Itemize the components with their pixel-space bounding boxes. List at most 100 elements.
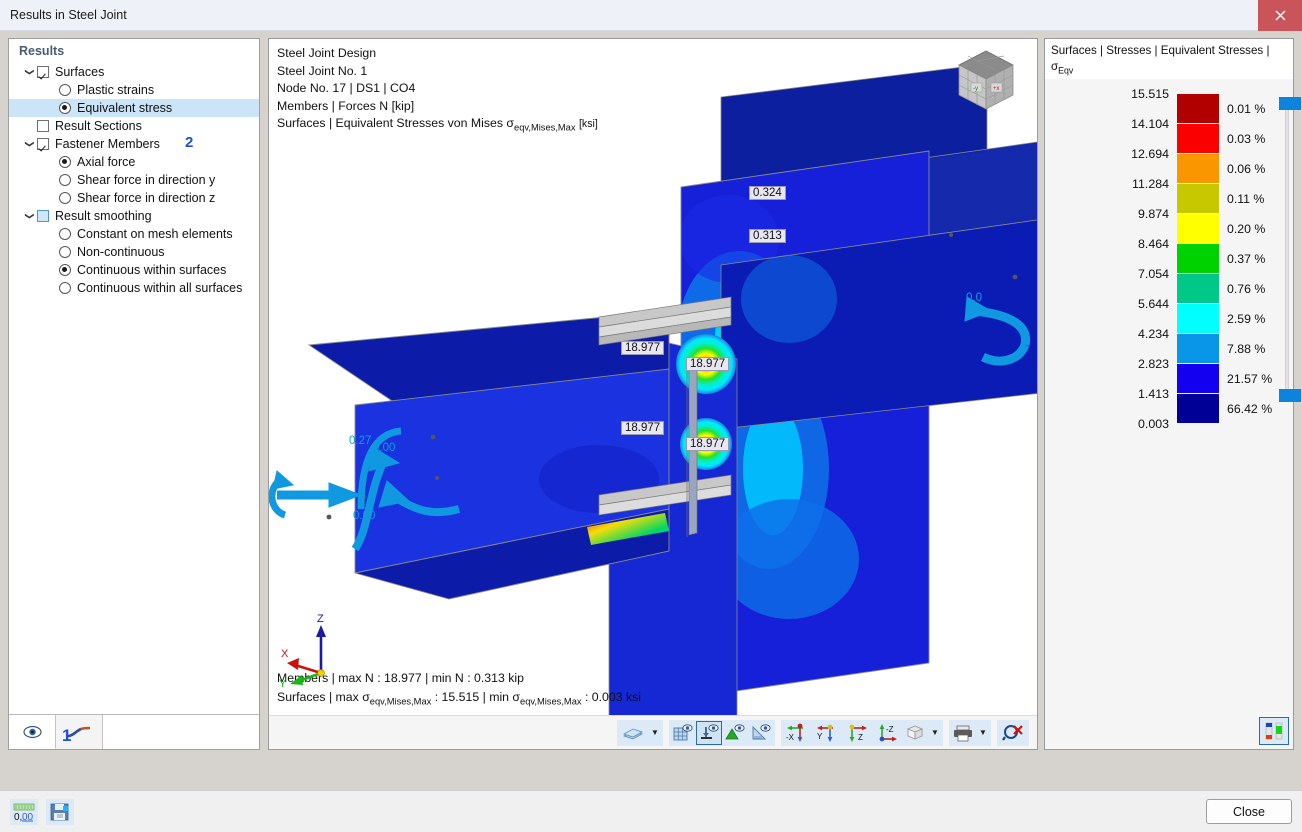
show-loads-button[interactable] <box>722 721 748 745</box>
checkbox-partial[interactable] <box>37 210 49 222</box>
radio-button[interactable] <box>59 84 71 96</box>
print-button[interactable] <box>950 721 976 745</box>
legend-header: Surfaces | Stresses | Equivalent Stresse… <box>1045 39 1293 95</box>
tree-item-label: Surfaces <box>55 65 105 79</box>
view-header-surfaces-prefix: Surfaces | Equivalent Stresses von Mises… <box>277 116 515 130</box>
legend-value: 11.284 <box>1132 177 1169 191</box>
legend-settings-icon <box>1265 722 1283 740</box>
decimals-icon: 0, 00 <box>13 803 35 822</box>
print-caret-icon[interactable]: ▼ <box>976 721 990 745</box>
tree-item-result-smoothing[interactable]: ❯ Result smoothing <box>9 207 259 225</box>
legend-value: 14.104 <box>1131 117 1169 131</box>
legend-slider-thumb-max[interactable] <box>1279 97 1301 110</box>
tree-item-label: Continuous within all surfaces <box>77 281 243 295</box>
svg-text:+x: +x <box>993 86 1000 92</box>
view-minus-z-button[interactable]: -Z <box>872 721 902 745</box>
tree-item-continuous-within-all-surfaces[interactable]: ❯Continuous within all surfaces <box>9 279 259 297</box>
radio-button[interactable] <box>59 156 71 168</box>
view-cube-caret-icon[interactable]: ▼ <box>928 721 942 745</box>
svg-text:Z: Z <box>317 613 324 625</box>
radio-button[interactable] <box>59 174 71 186</box>
tree-item-shear-force-in-direction-y[interactable]: ❯Shear force in direction y <box>9 171 259 189</box>
model-value-label: 18.977 <box>686 437 730 451</box>
clear-selection-button[interactable] <box>998 721 1028 745</box>
checkbox[interactable] <box>37 138 49 150</box>
checkbox[interactable] <box>37 66 49 78</box>
view-header-line-2: Node No. 17 | DS1 | CO4 <box>277 81 416 95</box>
model-value-label: 18.977 <box>686 357 730 371</box>
view-toolbar: ▼ -X Y Z -Z ▼ ▼ <box>269 715 1037 749</box>
radio-button[interactable] <box>59 246 71 258</box>
legend-color-band <box>1177 184 1219 214</box>
tab-visibility[interactable] <box>9 715 56 749</box>
tree-item-surfaces[interactable]: ❯ Surfaces <box>9 63 259 81</box>
toolbar-group-print: ▼ <box>949 719 991 746</box>
tree-item-plastic-strains[interactable]: ❯Plastic strains <box>9 81 259 99</box>
dialog-results-in-steel-joint: Results in Steel Joint Results ❯ Surfaces… <box>0 0 1302 832</box>
show-supports-button[interactable] <box>696 720 722 745</box>
render-mode-button[interactable] <box>618 721 648 745</box>
legend-scale: 15.515 14.104 12.694 11.284 9.874 8.464 7.054 5… <box>1045 79 1301 461</box>
legend-value: 9.874 <box>1137 207 1169 221</box>
view-y-button[interactable]: Y <box>812 721 842 745</box>
legend-value: 7.054 <box>1137 267 1169 281</box>
tree-item-equivalent-stress[interactable]: ❯Equivalent stress <box>9 99 259 117</box>
checkbox[interactable] <box>37 120 49 132</box>
tree-item-label: Shear force in direction y <box>77 173 216 187</box>
model-value-label: 18.977 <box>621 421 665 435</box>
tree-item-axial-force[interactable]: ❯Axial force <box>9 153 259 171</box>
legend-settings-button[interactable] <box>1259 717 1289 745</box>
legend-percent: 0.76 % <box>1227 282 1266 296</box>
view-cube-button[interactable] <box>902 721 928 745</box>
save-settings-button[interactable] <box>46 799 74 825</box>
legend-color-band <box>1177 214 1219 244</box>
tree-item-continuous-within-surfaces[interactable]: ❯Continuous within surfaces <box>9 261 259 279</box>
ruler-eye-icon <box>752 723 771 739</box>
decimal-places-button[interactable]: 0, 00 <box>10 799 38 825</box>
show-dimensions-button[interactable] <box>748 721 774 745</box>
legend-slider-thumb-min[interactable] <box>1279 389 1301 402</box>
tree-item-label: Result smoothing <box>55 209 152 223</box>
radio-button[interactable] <box>59 192 71 204</box>
surface-shade-icon <box>623 728 643 739</box>
legend-percent: 0.06 % <box>1227 162 1266 176</box>
annotation-marker-1: 1 <box>62 726 72 745</box>
legend-slider-track[interactable] <box>1285 105 1289 397</box>
radio-button[interactable] <box>59 102 71 114</box>
titlebar: Results in Steel Joint <box>0 0 1302 31</box>
svg-text:Y: Y <box>817 732 823 741</box>
radio-button[interactable] <box>59 264 71 276</box>
tree-item-non-continuous[interactable]: ❯Non-continuous <box>9 243 259 261</box>
tree-item-fastener-members[interactable]: ❯ Fastener Members <box>9 135 259 153</box>
tree-item-constant-on-mesh-elements[interactable]: ❯Constant on mesh elements <box>9 225 259 243</box>
window-close-icon[interactable] <box>1258 0 1302 31</box>
legend-value: 5.644 <box>1137 297 1169 311</box>
model-view-3d[interactable]: Steel Joint Design Steel Joint No. 1 Nod… <box>268 38 1038 750</box>
tree-item-label: Fastener Members <box>55 137 160 151</box>
toolbar-group-render: ▼ <box>617 719 663 746</box>
show-mesh-button[interactable] <box>670 721 696 745</box>
save-icon <box>50 803 69 821</box>
tree-item-label: Shear force in direction z <box>77 191 216 205</box>
view-minus-x-button[interactable]: -X <box>782 721 812 745</box>
view-footer-surfaces: Surfaces | max σeqv,Mises,Max : 15.515 |… <box>277 688 641 711</box>
magnifier-delete-icon <box>1002 724 1023 741</box>
render-mode-caret-icon[interactable]: ▼ <box>648 721 662 745</box>
legend-color-bars <box>1177 94 1219 424</box>
legend-percent: 2.59 % <box>1227 312 1266 326</box>
legend-color-band <box>1177 244 1219 274</box>
radio-button[interactable] <box>59 228 71 240</box>
tree-item-shear-force-in-direction-z[interactable]: ❯Shear force in direction z <box>9 189 259 207</box>
radio-button[interactable] <box>59 282 71 294</box>
view-z-button[interactable]: Z <box>842 721 872 745</box>
legend-color-band <box>1177 274 1219 304</box>
legend-range-slider[interactable] <box>1279 97 1301 405</box>
view-header-surfaces-sub: eqv,Mises,Max <box>514 122 576 133</box>
tree-item-result-sections[interactable]: ❯Result Sections <box>9 117 259 135</box>
legend-percent: 0.03 % <box>1227 132 1266 146</box>
navigation-cube-icon[interactable]: -y +x <box>949 45 1023 119</box>
axis-y-icon: Y <box>817 724 833 742</box>
svg-text:Z: Z <box>858 733 863 742</box>
axis-z-icon: Z <box>849 724 867 742</box>
close-button[interactable]: Close <box>1206 799 1292 824</box>
